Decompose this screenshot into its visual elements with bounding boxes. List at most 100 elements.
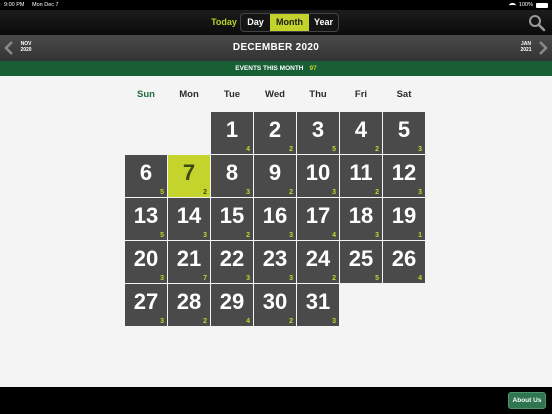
day-number: 7 [182, 160, 196, 185]
day-number: 26 [391, 246, 417, 271]
day-event-count: 4 [418, 275, 422, 282]
day-number: 13 [133, 203, 159, 228]
chevron-right-icon [539, 41, 548, 55]
day-number: 22 [219, 246, 245, 271]
status-date: Mon Dec 7 [32, 2, 59, 8]
calendar-day-6[interactable]: 65 [125, 155, 167, 197]
day-number: 29 [219, 289, 245, 314]
today-button[interactable]: Today [209, 13, 239, 31]
day-event-count: 2 [246, 232, 250, 239]
calendar-day-18[interactable]: 18 3 [340, 198, 382, 240]
day-number: 18 [348, 203, 374, 228]
calendar-day-24[interactable]: 24 2 [297, 241, 339, 283]
day-number: 27 [133, 289, 159, 314]
day-number: 2 [268, 117, 282, 142]
day-event-count: 2 [289, 318, 293, 325]
day-event-count: 5 [160, 232, 164, 239]
calendar-day-26[interactable]: 26 4 [383, 241, 425, 283]
top-toolbar: Today Day Month Year [0, 10, 552, 35]
day-number: 14 [176, 203, 202, 228]
weekday-sat: Sat [396, 89, 412, 100]
calendar-day-8[interactable]: 83 [211, 155, 253, 197]
month-navigation: NOV 2020 DECEMBER 2020 JAN 2021 [0, 35, 552, 61]
day-event-count: 2 [203, 318, 207, 325]
day-event-count: 4 [246, 146, 250, 153]
calendar-day-19[interactable]: 19 1 [383, 198, 425, 240]
events-count: 97 [309, 65, 317, 72]
calendar-day-11[interactable]: 11 2 [340, 155, 382, 197]
day-number: 31 [305, 289, 331, 314]
day-event-count: 2 [203, 189, 207, 196]
day-event-count: 5 [332, 146, 336, 153]
day-number: 23 [262, 246, 288, 271]
day-event-count: 1 [418, 232, 422, 239]
calendar-day-16[interactable]: 16 3 [254, 198, 296, 240]
day-event-count: 3 [418, 146, 422, 153]
month-title: DECEMBER 2020 [232, 42, 320, 53]
calendar-day-3[interactable]: 35 [297, 112, 339, 154]
search-icon [529, 15, 546, 32]
calendar-day-14[interactable]: 14 3 [168, 198, 210, 240]
calendar-day-2[interactable]: 22 [254, 112, 296, 154]
day-event-count: 2 [289, 189, 293, 196]
day-event-count: 7 [203, 275, 207, 282]
next-month-label: JAN 2021 [516, 41, 536, 53]
previous-month-label: NOV 2020 [16, 41, 36, 53]
calendar-day-10[interactable]: 10 3 [297, 155, 339, 197]
about-us-button[interactable]: About Us [508, 392, 546, 409]
battery-percent: 100% [518, 2, 533, 8]
day-number: 25 [348, 246, 374, 271]
year-view-button[interactable]: Year [309, 14, 338, 31]
day-view-button[interactable]: Day [241, 14, 270, 31]
next-month-button[interactable]: JAN 2021 [508, 38, 548, 58]
calendar-day-5[interactable]: 53 [383, 112, 425, 154]
day-number: 12 [391, 160, 417, 185]
day-number: 4 [354, 117, 368, 142]
calendar-day-29[interactable]: 29 4 [211, 284, 253, 326]
calendar-day-15[interactable]: 15 2 [211, 198, 253, 240]
calendar-day-27[interactable]: 27 3 [125, 284, 167, 326]
calendar-day-13[interactable]: 13 5 [125, 198, 167, 240]
calendar-day-22[interactable]: 22 3 [211, 241, 253, 283]
weekday-sun: Sun [137, 89, 155, 100]
calendar-grid: Sun Mon Tue Wed Thu Fri Sat 142235425365728392… [0, 76, 552, 387]
day-number: 3 [311, 117, 325, 142]
day-number: 17 [305, 203, 331, 228]
calendar-day-7[interactable]: 72 [168, 155, 210, 197]
weekday-fri: Fri [354, 89, 368, 100]
day-number: 15 [219, 203, 245, 228]
day-event-count: 2 [289, 146, 293, 153]
next-month-year: 2021 [520, 47, 532, 53]
calendar-day-17[interactable]: 17 4 [297, 198, 339, 240]
view-switcher: Day Month Year [240, 13, 339, 32]
battery-icon [536, 2, 548, 8]
calendar-day-31[interactable]: 31 3 [297, 284, 339, 326]
day-number: 21 [176, 246, 202, 271]
calendar-day-4[interactable]: 42 [340, 112, 382, 154]
calendar-day-9[interactable]: 92 [254, 155, 296, 197]
day-number: 11 [349, 160, 373, 185]
day-event-count: 3 [332, 189, 336, 196]
day-event-count: 3 [160, 275, 164, 282]
day-event-count: 2 [332, 275, 336, 282]
day-number: 30 [262, 289, 288, 314]
day-number: 19 [391, 203, 417, 228]
search-button[interactable] [528, 14, 546, 32]
calendar-day-30[interactable]: 30 2 [254, 284, 296, 326]
weekday-mon: Mon [179, 89, 199, 100]
calendar-day-28[interactable]: 28 2 [168, 284, 210, 326]
calendar-day-12[interactable]: 12 3 [383, 155, 425, 197]
day-number: 20 [133, 246, 159, 271]
day-event-count: 3 [418, 189, 422, 196]
month-view-button[interactable]: Month [270, 14, 309, 31]
day-event-count: 2 [375, 146, 379, 153]
calendar-day-20[interactable]: 20 3 [125, 241, 167, 283]
events-label: EVENTS THIS MONTH [235, 65, 304, 72]
day-event-count: 3 [246, 189, 250, 196]
calendar-day-21[interactable]: 21 7 [168, 241, 210, 283]
calendar-day-1[interactable]: 14 [211, 112, 253, 154]
day-event-count: 3 [375, 232, 379, 239]
previous-month-button[interactable]: NOV 2020 [4, 38, 44, 58]
calendar-day-25[interactable]: 25 5 [340, 241, 382, 283]
calendar-day-23[interactable]: 23 3 [254, 241, 296, 283]
